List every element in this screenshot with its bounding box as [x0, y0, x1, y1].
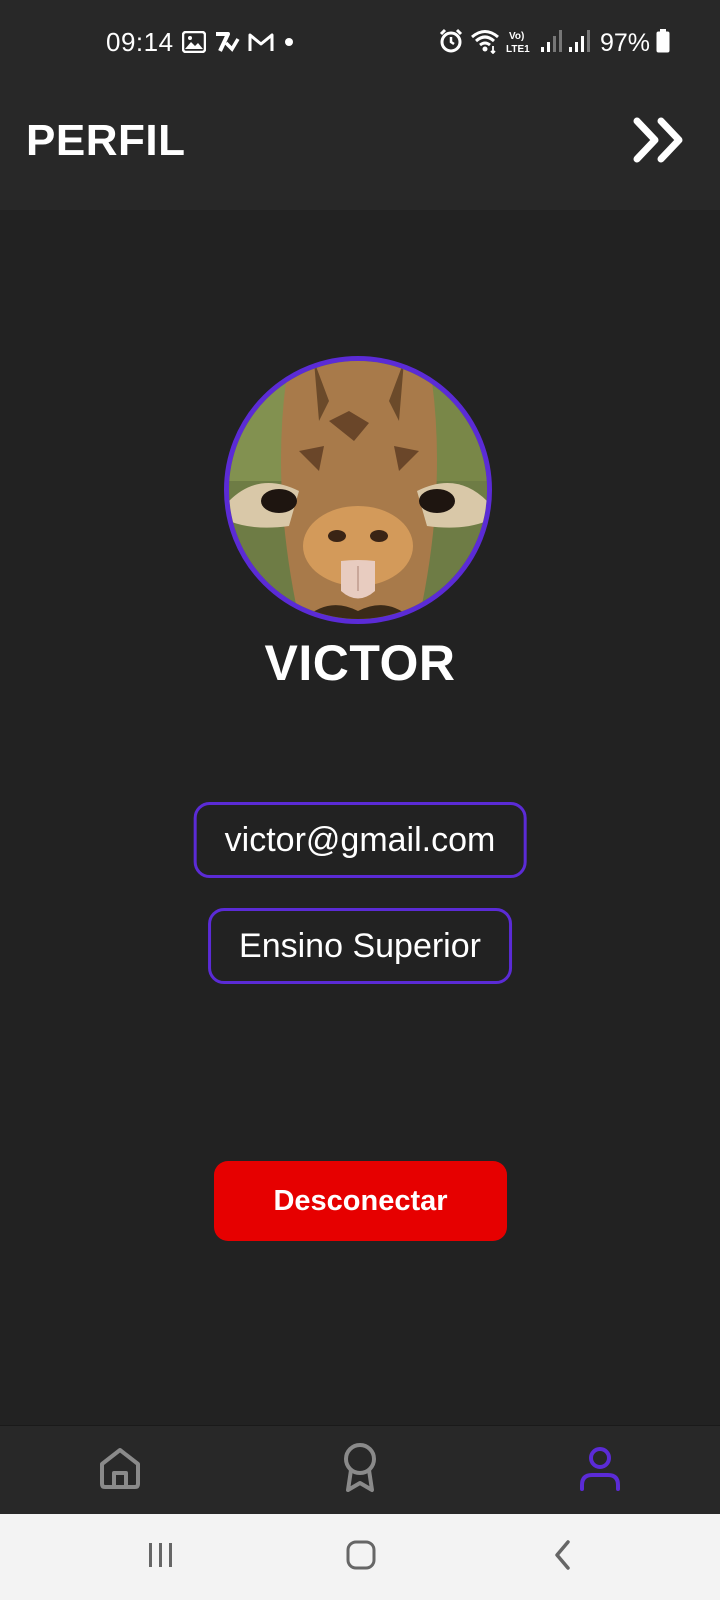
dot-icon — [282, 35, 296, 54]
back-chevron-icon — [551, 1539, 575, 1576]
nav-awards[interactable] — [330, 1440, 390, 1500]
home-icon — [97, 1445, 143, 1496]
system-home-icon — [345, 1539, 377, 1576]
profile-name: VICTOR — [264, 635, 456, 691]
user-icon — [578, 1445, 622, 1496]
system-navigation-bar — [0, 1514, 720, 1600]
alarm-icon — [438, 28, 464, 59]
page-title: PERFIL — [26, 116, 186, 165]
education-field: Ensino Superior — [208, 908, 512, 984]
recents-icon — [146, 1541, 176, 1574]
nav-home[interactable] — [90, 1440, 150, 1500]
recents-button[interactable] — [136, 1534, 186, 1580]
app-notification-icon — [214, 31, 240, 58]
signal-icon — [540, 29, 562, 58]
email-field: victor@gmail.com — [193, 802, 527, 878]
bottom-navigation — [0, 1425, 720, 1515]
svg-text:LTE1: LTE1 — [506, 44, 530, 54]
double-chevron-right-icon — [631, 115, 689, 170]
system-status-icons: Vo) LTE1 97% — [438, 28, 670, 58]
profile-screen: 09:14 Vo) LTE1 97% PERFIL VICTOR victor@… — [0, 0, 720, 1600]
award-icon — [340, 1442, 380, 1499]
battery-percentage: 97% — [599, 28, 650, 57]
svg-text:Vo): Vo) — [509, 31, 524, 42]
app-header: PERFIL — [0, 88, 720, 210]
disconnect-button[interactable]: Desconectar — [214, 1161, 507, 1241]
gmail-icon — [248, 32, 274, 57]
volte-icon: Vo) LTE1 — [506, 28, 534, 59]
notification-icons — [181, 30, 296, 58]
battery-icon — [656, 28, 670, 58]
status-bar: 09:14 Vo) LTE1 97% — [0, 0, 720, 88]
avatar — [224, 356, 492, 624]
back-button[interactable] — [538, 1534, 588, 1580]
nav-profile[interactable] — [570, 1440, 630, 1500]
forward-button[interactable] — [630, 112, 690, 172]
signal-icon — [568, 29, 590, 58]
wifi-icon — [470, 28, 500, 59]
status-time: 09:14 — [106, 27, 174, 57]
giraffe-photo — [229, 361, 487, 619]
gallery-icon — [181, 30, 207, 58]
system-home-button[interactable] — [336, 1534, 386, 1580]
